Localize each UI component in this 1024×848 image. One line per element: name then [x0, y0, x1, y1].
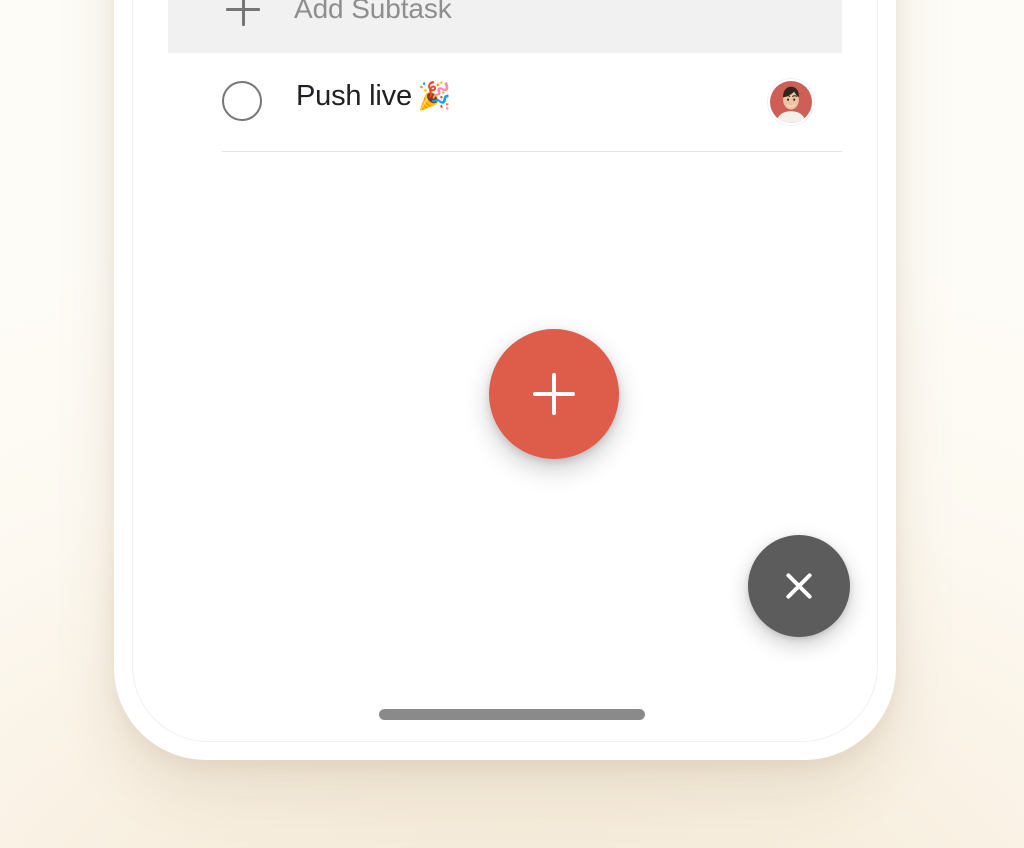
party-popper-emoji: 🎉	[417, 81, 452, 111]
plus-icon	[226, 0, 260, 26]
avatar[interactable]	[768, 79, 814, 125]
scene-backdrop: Implement desktop version Tuesday	[0, 0, 1024, 848]
close-fab[interactable]	[748, 535, 850, 637]
add-task-fab[interactable]	[489, 329, 619, 459]
plus-icon	[533, 373, 575, 415]
task-list: Implement desktop version Tuesday	[168, 0, 842, 152]
home-indicator[interactable]	[379, 709, 645, 720]
task-row[interactable]: Push live 🎉	[168, 53, 842, 151]
add-subtask-label: Add Subtask	[294, 0, 452, 24]
task-checkbox[interactable]	[222, 81, 262, 121]
task-body: Push live 🎉	[296, 79, 768, 113]
task-title-text: Push live	[296, 80, 412, 112]
add-subtask-row[interactable]: Add Subtask	[168, 0, 842, 53]
task-title: Push live 🎉	[296, 79, 756, 113]
close-icon	[782, 569, 816, 603]
list-divider-bottom	[222, 151, 842, 152]
avatar-smiling-man	[770, 81, 812, 123]
